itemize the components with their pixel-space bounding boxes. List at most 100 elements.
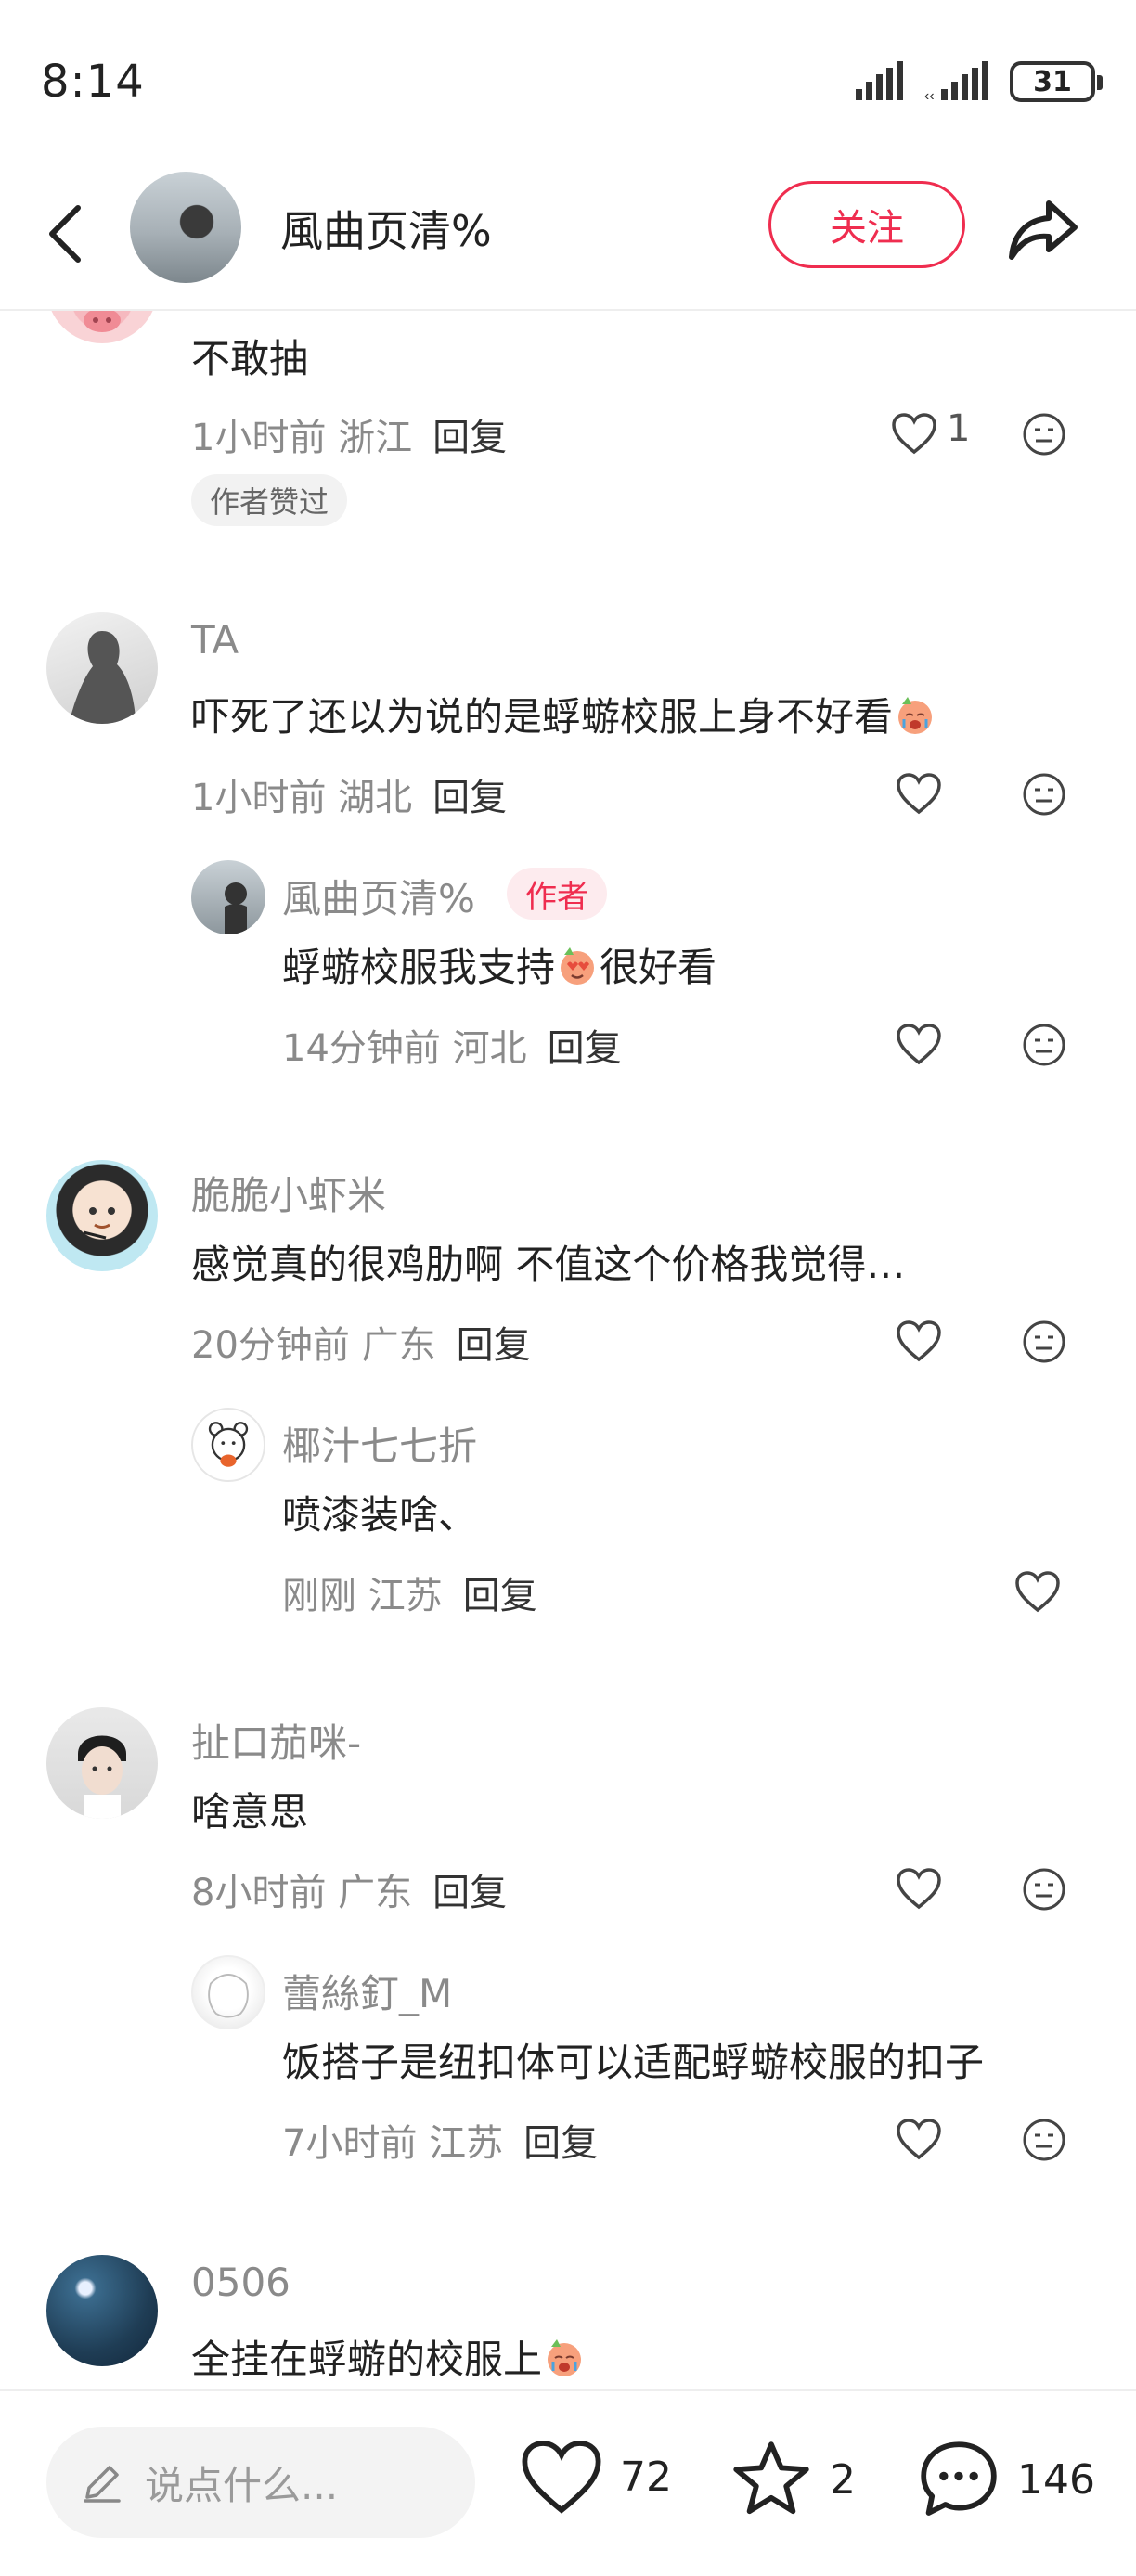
avatar-face-icon	[78, 1735, 126, 1819]
comment-bubble-icon	[921, 2441, 997, 2516]
reply-avatar[interactable]	[191, 1955, 265, 2029]
post-header: 風曲页清% 关注	[0, 172, 1136, 311]
crying-emoji-icon	[898, 697, 933, 734]
reply-text: 蜉蝣校服我支持 很好看	[282, 936, 716, 993]
share-button[interactable]	[1006, 192, 1080, 266]
reply-author-name[interactable]: 椰汁七七折	[282, 1415, 477, 1472]
comment-meta: 8小时前 广东 回复	[191, 1862, 507, 1916]
comment-text-content: 吓死了还以为说的是蜉蝣校服上身不好看	[191, 694, 894, 740]
comment-time-location: 8小时前 广东	[191, 1872, 413, 1914]
status-time: 8:14	[41, 56, 145, 108]
reply-button[interactable]: 回复	[432, 1872, 507, 1914]
signal-icon	[856, 61, 903, 100]
heart-icon[interactable]	[896, 771, 942, 818]
commenter-avatar[interactable]	[46, 1707, 158, 1819]
status-icons: ‹‹ 31	[854, 61, 1103, 102]
chevron-left-icon	[49, 205, 81, 263]
heart-icon[interactable]	[1014, 1569, 1061, 1616]
author-badge: 作者	[507, 868, 607, 920]
commenter-avatar[interactable]	[46, 612, 158, 724]
comment-time-location: 1小时前 湖北	[191, 777, 413, 819]
comment-button[interactable]: 146	[917, 2438, 1095, 2521]
reply-time-location: 14分钟前 河北	[282, 1027, 527, 1070]
reply-meta: 刚刚 江苏 回复	[282, 1565, 537, 1619]
bear-avatar-icon	[208, 1422, 249, 1467]
avatar-photo-icon	[225, 882, 247, 934]
avatar-sketch-icon	[208, 1974, 249, 2018]
crying-emoji-icon	[548, 2339, 582, 2376]
svg-text:‹‹: ‹‹	[924, 88, 935, 102]
favorite-count: 2	[830, 2455, 856, 2504]
reply-time-location: 7小时前 江苏	[282, 2122, 504, 2165]
reply-button[interactable]: 回复	[432, 417, 507, 459]
star-icon	[733, 2441, 809, 2515]
comment-input-placeholder: 说点什么...	[145, 2462, 339, 2508]
reply-text: 喷漆装啥、	[282, 1492, 478, 1538]
like-count: 72	[620, 2453, 672, 2501]
reply-author-name[interactable]: 蕾絲釘_M	[282, 1963, 452, 2019]
heart-eyes-emoji-icon	[561, 947, 595, 985]
commenter-avatar[interactable]	[46, 311, 158, 343]
emoji-reaction-icon[interactable]	[1021, 1022, 1067, 1068]
reply-avatar[interactable]	[191, 1408, 265, 1482]
comment-input[interactable]: 说点什么...	[46, 2427, 475, 2538]
reply-text-a: 蜉蝣校服我支持	[282, 945, 556, 990]
avatar-face-icon	[83, 1207, 115, 1240]
commenter-avatar[interactable]	[46, 1160, 158, 1271]
heart-icon[interactable]	[896, 1319, 942, 1365]
author-liked-badge: 作者赞过	[191, 474, 348, 526]
reply-button[interactable]: 回复	[457, 1324, 531, 1367]
commenter-name[interactable]: 脆脆小虾米	[191, 1165, 386, 1221]
comment-list: 不敢抽 1小时前 浙江 回复 1 作者赞过 TA 吓死了还以为说的是蜉蝣校服上身不…	[0, 311, 1136, 2389]
emoji-reaction-icon[interactable]	[1021, 1319, 1067, 1365]
author-avatar[interactable]	[130, 172, 241, 283]
like-button[interactable]: 72	[520, 2438, 672, 2516]
signal-icon-2: ‹‹	[924, 61, 988, 102]
comment-text: 啥意思	[191, 1789, 309, 1835]
comment-text-content: 全挂在蜉蝣的校服上	[191, 2337, 543, 2382]
like-count: 1	[947, 407, 971, 450]
bottom-action-bar: 说点什么... 72 2 146	[0, 2389, 1136, 2576]
commenter-name[interactable]: 扯口茄咪-	[191, 1712, 361, 1769]
reply-meta: 7小时前 江苏 回复	[282, 2113, 598, 2167]
reply-time-location: 刚刚 江苏	[282, 1575, 443, 1617]
comment-time-location: 1小时前 浙江	[191, 417, 413, 459]
favorite-button[interactable]: 2	[729, 2438, 856, 2521]
commenter-avatar[interactable]	[46, 2255, 158, 2366]
heart-icon[interactable]	[896, 1866, 942, 1913]
battery-icon: 31	[1010, 61, 1103, 102]
heart-icon[interactable]	[896, 2117, 942, 2163]
commenter-name[interactable]: TA	[191, 617, 239, 663]
avatar-silhouette-icon	[69, 631, 136, 724]
reply-avatar[interactable]	[191, 860, 265, 934]
comment-text: 感觉真的很鸡肋啊 不值这个价格我觉得…	[191, 1242, 906, 1287]
author-name[interactable]: 風曲页清%	[280, 198, 492, 259]
reply-text: 饭搭子是纽扣体可以适配蜉蝣校服的扣子	[282, 2040, 985, 2085]
emoji-reaction-icon[interactable]	[1021, 771, 1067, 818]
heart-icon[interactable]	[896, 1022, 942, 1068]
reply-author-name[interactable]: 風曲页清%	[282, 868, 475, 924]
reply-button[interactable]: 回复	[523, 2122, 598, 2165]
reply-text-b: 很好看	[600, 945, 717, 990]
share-icon	[1009, 200, 1078, 260]
heart-icon	[522, 2441, 601, 2514]
reply-button[interactable]: 回复	[548, 1027, 622, 1070]
status-bar: 8:14 ‹‹ 31	[0, 0, 1136, 172]
comment-count: 146	[1017, 2455, 1095, 2504]
emoji-reaction-icon[interactable]	[1021, 411, 1067, 457]
emoji-reaction-icon[interactable]	[1021, 2117, 1067, 2163]
comment-time-location: 20分钟前 广东	[191, 1324, 436, 1367]
back-button[interactable]	[37, 197, 93, 271]
follow-button[interactable]: 关注	[768, 181, 965, 268]
heart-icon[interactable]	[891, 411, 937, 457]
comment-text: 吓死了还以为说的是蜉蝣校服上身不好看	[191, 686, 937, 742]
comment-text: 不敢抽	[191, 336, 309, 381]
commenter-name[interactable]: 0506	[191, 2260, 290, 2305]
reply-button[interactable]: 回复	[463, 1575, 537, 1617]
reply-button[interactable]: 回复	[432, 777, 507, 819]
pencil-icon	[84, 2466, 121, 2503]
comment-meta: 20分钟前 广东 回复	[191, 1315, 531, 1369]
pig-avatar-icon	[84, 311, 121, 332]
comment-text: 全挂在蜉蝣的校服上	[191, 2328, 587, 2385]
emoji-reaction-icon[interactable]	[1021, 1866, 1067, 1913]
